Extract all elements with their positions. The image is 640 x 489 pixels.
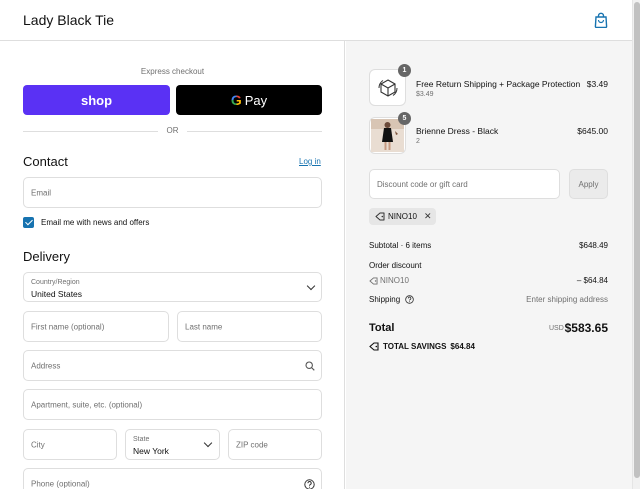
item-price: $3.49 xyxy=(586,79,608,89)
last-name-field[interactable]: Last name xyxy=(177,311,322,342)
zip-field[interactable]: ZIP code xyxy=(228,429,322,460)
header: Lady Black Tie xyxy=(0,0,632,41)
tag-icon xyxy=(375,212,385,221)
checkout-form: Express checkout shop G Pay OR Contact Lo… xyxy=(0,41,345,489)
item-sub: $3.49 xyxy=(416,91,434,98)
google-g-icon: G xyxy=(230,92,242,108)
first-name-placeholder: First name (optional) xyxy=(31,322,105,331)
email-field[interactable]: Email xyxy=(23,177,322,208)
city-field[interactable]: City xyxy=(23,429,117,460)
chevron-down-icon xyxy=(203,438,213,448)
item-thumbnail: 5 xyxy=(369,112,411,154)
dress-photo xyxy=(371,119,404,152)
help-icon[interactable] xyxy=(405,295,415,305)
shipping-row: Shipping xyxy=(369,295,415,305)
total-currency: USD xyxy=(549,325,564,332)
google-pay-label: Pay xyxy=(244,92,268,108)
brand-name[interactable]: Lady Black Tie xyxy=(23,12,114,28)
order-discount-label: Order discount xyxy=(369,261,422,270)
item-sub: 2 xyxy=(416,138,420,145)
google-pay-button[interactable]: G Pay xyxy=(176,85,322,115)
email-placeholder: Email xyxy=(31,188,52,197)
country-select[interactable]: Country/Region United States xyxy=(23,272,322,302)
remove-code-icon[interactable]: ✕ xyxy=(424,212,432,221)
scrollbar-thumb[interactable] xyxy=(634,2,640,478)
contact-title: Contact xyxy=(23,154,68,169)
shipping-value: Enter shipping address xyxy=(526,295,608,304)
shipping-label: Shipping xyxy=(369,295,401,304)
shop-pay-label: shop xyxy=(80,92,113,108)
state-label: State xyxy=(133,436,150,443)
country-label: Country/Region xyxy=(31,279,80,286)
scrollbar[interactable] xyxy=(632,0,640,489)
first-name-field[interactable]: First name (optional) xyxy=(23,311,169,342)
apartment-placeholder: Apartment, suite, etc. (optional) xyxy=(31,400,143,409)
discount-code-input[interactable]: Discount code or gift card xyxy=(369,169,560,199)
subtotal-label: Subtotal · 6 items xyxy=(369,241,432,250)
country-value: United States xyxy=(31,289,83,299)
zip-placeholder: ZIP code xyxy=(236,440,268,449)
city-placeholder: City xyxy=(31,440,45,449)
package-protection-icon xyxy=(378,79,398,97)
applied-discount-chip: NINO10 ✕ xyxy=(369,208,436,225)
discount-placeholder: Discount code or gift card xyxy=(377,180,468,189)
address-placeholder: Address xyxy=(31,361,61,370)
shopping-bag-icon[interactable] xyxy=(594,12,608,28)
shop-pay-button[interactable]: shop xyxy=(23,85,170,115)
phone-field[interactable]: Phone (optional) xyxy=(23,468,322,489)
last-name-placeholder: Last name xyxy=(185,322,223,331)
or-text: OR xyxy=(166,126,179,135)
savings-label: TOTAL SAVINGS xyxy=(383,342,447,351)
total-savings: TOTAL SAVINGS $64.84 xyxy=(369,342,475,351)
address-field[interactable]: Address xyxy=(23,350,322,381)
order-summary: 1 Free Return Shipping + Package Protect… xyxy=(346,41,632,489)
savings-value: $64.84 xyxy=(450,342,475,351)
or-divider: OR xyxy=(23,125,322,137)
order-discount-code: NINO10 xyxy=(380,276,409,285)
newsletter-checkbox[interactable] xyxy=(23,217,34,228)
item-name: Brienne Dress - Black xyxy=(416,126,499,136)
state-select[interactable]: State New York xyxy=(125,429,220,460)
chevron-down-icon xyxy=(306,281,316,291)
phone-placeholder: Phone (optional) xyxy=(31,479,90,488)
delivery-title: Delivery xyxy=(23,249,70,264)
item-thumbnail: 1 xyxy=(369,64,411,106)
login-link[interactable]: Log in xyxy=(299,157,321,166)
express-checkout-title: Express checkout xyxy=(140,67,205,76)
tag-icon xyxy=(369,342,379,351)
order-discount-value: – $64.84 xyxy=(576,276,608,285)
search-icon xyxy=(305,361,315,371)
item-name: Free Return Shipping + Package Protectio… xyxy=(416,79,581,89)
order-discount-code-row: NINO10 xyxy=(369,276,409,285)
quantity-badge: 5 xyxy=(398,112,411,125)
newsletter-label: Email me with news and offers xyxy=(41,218,150,227)
applied-code: NINO10 xyxy=(388,212,417,221)
item-price: $645.00 xyxy=(577,126,608,136)
apply-discount-button[interactable]: Apply xyxy=(569,169,608,199)
state-value: New York xyxy=(133,446,169,456)
apartment-field[interactable]: Apartment, suite, etc. (optional) xyxy=(23,389,322,420)
total-value: $583.65 xyxy=(564,321,608,335)
help-icon[interactable] xyxy=(304,479,315,489)
tag-icon xyxy=(369,277,378,285)
quantity-badge: 1 xyxy=(398,64,411,77)
total-label: Total xyxy=(369,322,395,334)
subtotal-value: $648.49 xyxy=(579,241,608,250)
